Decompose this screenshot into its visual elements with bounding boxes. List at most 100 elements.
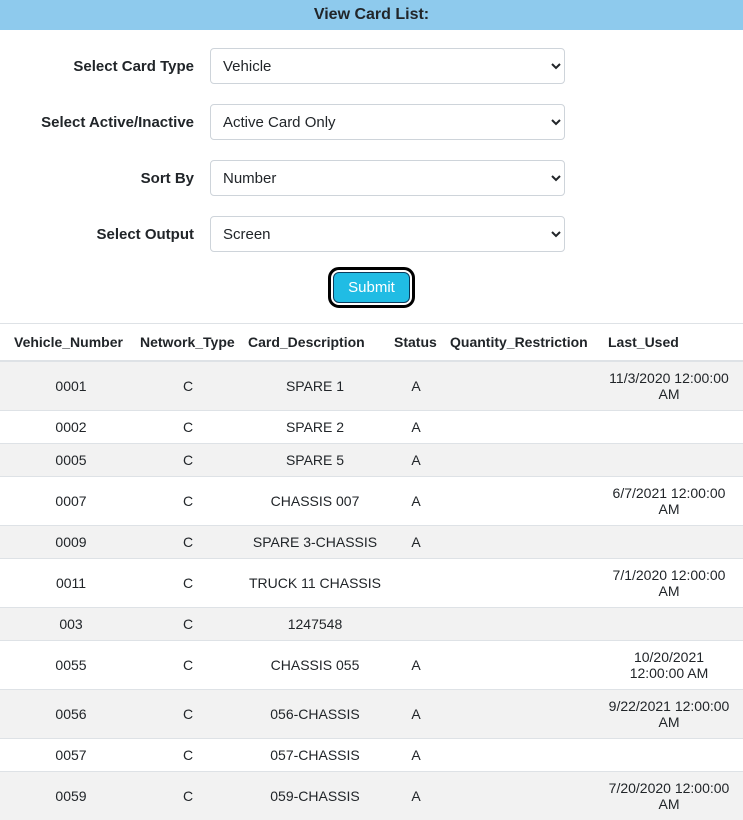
table-row[interactable]: 0009CSPARE 3-CHASSISA <box>0 526 743 559</box>
row-card-type: Select Card Type Vehicle <box>30 48 713 84</box>
row-active: Select Active/Inactive Active Card Only <box>30 104 713 140</box>
cell-end <box>736 361 743 411</box>
cell-quantity-restriction <box>444 526 602 559</box>
submit-button[interactable]: Submit <box>333 272 410 303</box>
cell-quantity-restriction <box>444 772 602 820</box>
cell-network-type: C <box>134 641 242 690</box>
table-row[interactable]: 0011CTRUCK 11 CHASSIS7/1/2020 12:00:00 A… <box>0 559 743 608</box>
cell-card-description: 059-CHASSIS <box>242 772 388 820</box>
col-stub <box>0 324 8 362</box>
col-vehicle-number[interactable]: Vehicle_Number <box>8 324 134 362</box>
cell-vehicle-number: 0059 <box>8 772 134 820</box>
cell-stub <box>0 559 8 608</box>
cell-status: A <box>388 772 444 820</box>
cell-vehicle-number: 0011 <box>8 559 134 608</box>
cell-end <box>736 559 743 608</box>
page-title: View Card List: <box>314 6 429 23</box>
cell-vehicle-number: 0056 <box>8 690 134 739</box>
cell-status: A <box>388 411 444 444</box>
cell-card-description: TRUCK 11 CHASSIS <box>242 559 388 608</box>
cell-vehicle-number: 0005 <box>8 444 134 477</box>
row-output: Select Output Screen <box>30 216 713 252</box>
cell-stub <box>0 608 8 641</box>
cell-quantity-restriction <box>444 608 602 641</box>
cell-network-type: C <box>134 690 242 739</box>
col-end <box>736 324 743 362</box>
cell-quantity-restriction <box>444 739 602 772</box>
label-card-type: Select Card Type <box>30 58 210 75</box>
cell-quantity-restriction <box>444 411 602 444</box>
select-sort-by[interactable]: Number <box>210 160 565 196</box>
cell-stub <box>0 411 8 444</box>
table-row[interactable]: 0055CCHASSIS 055A10/20/2021 12:00:00 AM <box>0 641 743 690</box>
cell-card-description: 057-CHASSIS <box>242 739 388 772</box>
select-card-type[interactable]: Vehicle <box>210 48 565 84</box>
cell-vehicle-number: 0057 <box>8 739 134 772</box>
cell-card-description: CHASSIS 055 <box>242 641 388 690</box>
filter-form: Select Card Type Vehicle Select Active/I… <box>0 30 743 323</box>
cell-end <box>736 477 743 526</box>
cell-card-description: CHASSIS 007 <box>242 477 388 526</box>
table-header-row: Vehicle_Number Network_Type Card_Descrip… <box>0 324 743 362</box>
cell-last-used: 7/20/2020 12:00:00 AM <box>602 772 736 820</box>
cell-stub <box>0 739 8 772</box>
table-row[interactable]: 003C1247548 <box>0 608 743 641</box>
col-card-description[interactable]: Card_Description <box>242 324 388 362</box>
cell-quantity-restriction <box>444 690 602 739</box>
table-row[interactable]: 0059C059-CHASSISA 7/20/2020 12:00:00 AM <box>0 772 743 820</box>
col-quantity-restriction[interactable]: Quantity_Restriction <box>444 324 602 362</box>
cell-last-used <box>602 411 736 444</box>
table-row[interactable]: 0001CSPARE 1A11/3/2020 12:00:00 AM <box>0 361 743 411</box>
cell-stub <box>0 772 8 820</box>
cell-vehicle-number: 0009 <box>8 526 134 559</box>
cell-network-type: C <box>134 477 242 526</box>
cell-end <box>736 411 743 444</box>
cell-end <box>736 690 743 739</box>
cell-card-description: SPARE 5 <box>242 444 388 477</box>
cell-stub <box>0 690 8 739</box>
results-table: Vehicle_Number Network_Type Card_Descrip… <box>0 323 743 820</box>
cell-quantity-restriction <box>444 477 602 526</box>
cell-network-type: C <box>134 411 242 444</box>
cell-status <box>388 608 444 641</box>
col-network-type[interactable]: Network_Type <box>134 324 242 362</box>
cell-status <box>388 559 444 608</box>
select-output[interactable]: Screen <box>210 216 565 252</box>
cell-network-type: C <box>134 559 242 608</box>
label-sort-by: Sort By <box>30 170 210 187</box>
cell-status: A <box>388 690 444 739</box>
cell-end <box>736 739 743 772</box>
cell-status: A <box>388 361 444 411</box>
cell-network-type: C <box>134 608 242 641</box>
cell-status: A <box>388 641 444 690</box>
table-row[interactable]: 0057C057-CHASSISA <box>0 739 743 772</box>
label-output: Select Output <box>30 226 210 243</box>
table-row[interactable]: 0002CSPARE 2A <box>0 411 743 444</box>
cell-network-type: C <box>134 772 242 820</box>
cell-status: A <box>388 444 444 477</box>
row-sort-by: Sort By Number <box>30 160 713 196</box>
cell-network-type: C <box>134 444 242 477</box>
cell-network-type: C <box>134 361 242 411</box>
results-table-wrap: Vehicle_Number Network_Type Card_Descrip… <box>0 323 743 820</box>
cell-vehicle-number: 0002 <box>8 411 134 444</box>
table-row[interactable]: 0056C056-CHASSISA9/22/2021 12:00:00 AM <box>0 690 743 739</box>
cell-quantity-restriction <box>444 559 602 608</box>
col-status[interactable]: Status <box>388 324 444 362</box>
table-row[interactable]: 0007CCHASSIS 007A6/7/2021 12:00:00 AM <box>0 477 743 526</box>
cell-end <box>736 444 743 477</box>
cell-end <box>736 526 743 559</box>
cell-network-type: C <box>134 739 242 772</box>
cell-end <box>736 608 743 641</box>
cell-stub <box>0 444 8 477</box>
cell-quantity-restriction <box>444 361 602 411</box>
cell-status: A <box>388 477 444 526</box>
cell-last-used: 6/7/2021 12:00:00 AM <box>602 477 736 526</box>
col-last-used[interactable]: Last_Used <box>602 324 736 362</box>
table-row[interactable]: 0005CSPARE 5A <box>0 444 743 477</box>
label-active: Select Active/Inactive <box>30 114 210 131</box>
cell-end <box>736 772 743 820</box>
select-active[interactable]: Active Card Only <box>210 104 565 140</box>
cell-stub <box>0 641 8 690</box>
cell-stub <box>0 361 8 411</box>
